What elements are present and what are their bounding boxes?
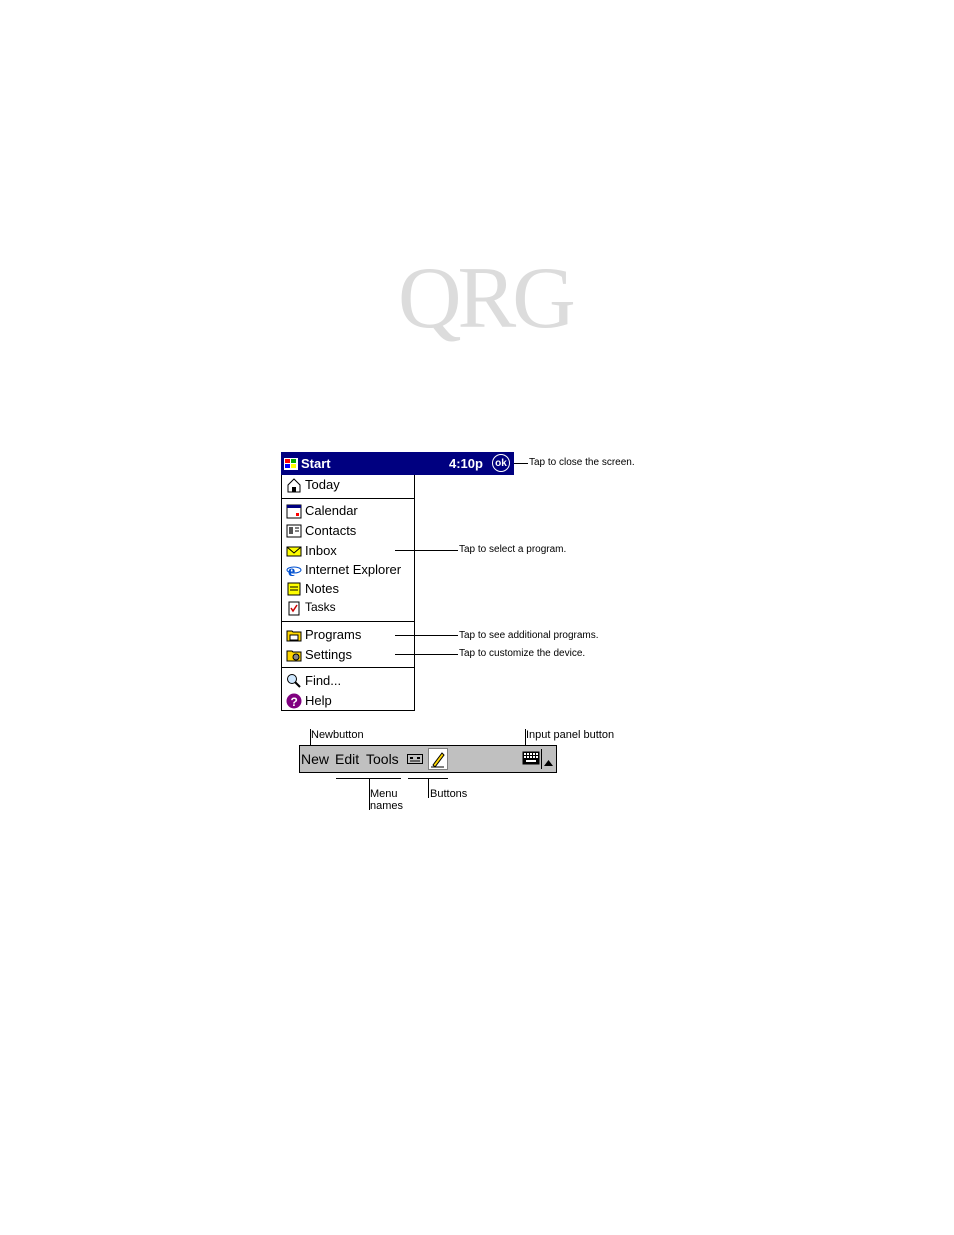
menu-item-label: Inbox bbox=[305, 543, 337, 558]
contacts-icon bbox=[286, 523, 302, 539]
menu-item-notes[interactable]: Notes bbox=[284, 579, 414, 598]
callout-customize: Tap to customize the device. bbox=[459, 648, 586, 659]
menu-item-label: Contacts bbox=[305, 523, 357, 538]
start-label[interactable]: Start bbox=[301, 456, 331, 471]
menu-item-today[interactable]: Today bbox=[284, 475, 414, 494]
input-panel-arrow-icon[interactable] bbox=[544, 753, 553, 771]
callout-line-select-program bbox=[395, 550, 458, 551]
menu-item-label: Settings bbox=[305, 647, 352, 662]
pointer-line-buttons bbox=[428, 778, 429, 798]
programs-icon bbox=[286, 627, 302, 643]
callout-close: Tap to close the screen. bbox=[529, 457, 635, 468]
inbox-icon bbox=[286, 543, 302, 559]
callout-additional-programs: Tap to see additional programs. bbox=[459, 630, 599, 641]
help-icon: ? bbox=[286, 693, 302, 709]
menu-item-label: Today bbox=[305, 477, 340, 492]
settings-icon bbox=[286, 647, 302, 663]
label-menu-names-1: Menu bbox=[370, 788, 398, 800]
clock: 4:10p bbox=[449, 456, 483, 471]
callout-line-additional-programs bbox=[395, 635, 458, 636]
callout-line-customize bbox=[395, 654, 458, 655]
menu-separator bbox=[282, 621, 415, 622]
label-menu-names-2: names bbox=[370, 800, 404, 812]
menu-item-label: Tasks bbox=[305, 600, 336, 614]
watermark-text: QRG bbox=[398, 250, 576, 347]
notes-icon bbox=[286, 581, 302, 597]
menu-item-internet-explorer[interactable]: e Internet Explorer bbox=[284, 560, 414, 580]
label-input-panel-button: Input panel button bbox=[526, 729, 615, 741]
label-buttons: Buttons bbox=[430, 788, 468, 800]
svg-text:e: e bbox=[288, 563, 295, 578]
find-icon bbox=[286, 673, 302, 689]
pen-button-icon[interactable] bbox=[428, 748, 448, 775]
menu-item-label: Programs bbox=[305, 627, 362, 642]
command-bar: New Edit Tools bbox=[299, 745, 557, 773]
menu-item-help[interactable]: ? Help bbox=[284, 691, 414, 710]
keyboard-icon[interactable] bbox=[522, 751, 540, 770]
start-bar[interactable]: Start 4:10p ok bbox=[281, 452, 514, 475]
menu-edit[interactable]: Edit bbox=[335, 751, 359, 767]
ok-button[interactable]: ok bbox=[492, 454, 510, 472]
menu-separator bbox=[282, 498, 415, 499]
callout-line-close bbox=[514, 463, 528, 464]
windows-flag-icon bbox=[283, 456, 299, 472]
start-menu: Today Calendar Contacts Inbox e Internet… bbox=[281, 475, 415, 711]
toolbar-divider bbox=[541, 749, 542, 769]
menu-item-calendar[interactable]: Calendar bbox=[284, 501, 414, 520]
tasks-icon bbox=[286, 600, 302, 616]
menu-item-label: Calendar bbox=[305, 503, 358, 518]
menu-item-label: Find... bbox=[305, 673, 342, 688]
svg-text:?: ? bbox=[291, 695, 298, 709]
menu-tools[interactable]: Tools bbox=[366, 751, 399, 767]
menu-item-find[interactable]: Find... bbox=[284, 671, 414, 690]
today-icon bbox=[286, 477, 302, 493]
menu-new[interactable]: New bbox=[301, 751, 329, 767]
menu-item-contacts[interactable]: Contacts bbox=[284, 521, 414, 540]
menu-separator bbox=[282, 667, 415, 668]
menu-item-label: Internet Explorer bbox=[305, 562, 402, 577]
callout-select-program: Tap to select a program. bbox=[459, 544, 567, 555]
internet-explorer-icon: e bbox=[286, 562, 302, 580]
menu-item-tasks[interactable]: Tasks bbox=[284, 598, 414, 617]
recognizer-button-icon[interactable] bbox=[407, 752, 423, 771]
calendar-icon bbox=[286, 503, 302, 519]
label-new-button: Newbutton bbox=[311, 729, 364, 741]
menu-item-label: Help bbox=[305, 693, 332, 708]
menu-item-label: Notes bbox=[305, 581, 339, 596]
